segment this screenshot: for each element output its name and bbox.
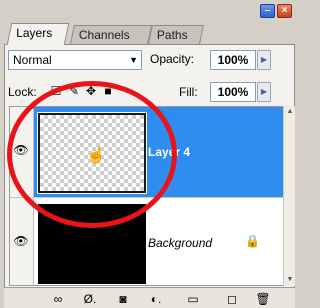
eye-icon[interactable]: 👁 <box>12 141 30 159</box>
lock-transparency-icon[interactable]: ☐ <box>49 84 63 98</box>
lock-label: Lock: <box>8 85 37 99</box>
visibility-cell[interactable]: 👁 <box>10 107 34 197</box>
layers-scrollbar[interactable]: ▲ ▼ <box>283 106 295 286</box>
opacity-slider-button[interactable]: ▶ <box>257 50 271 70</box>
tab-layers-label: Layers <box>16 26 53 40</box>
lock-icon: 🔒 <box>245 234 260 248</box>
blend-mode-select[interactable]: Normal ▼ <box>8 50 142 70</box>
layer-thumbnail[interactable] <box>37 203 147 285</box>
tab-row: Paths Channels Layers ▶ <box>0 22 299 64</box>
tab-paths[interactable]: Paths <box>147 25 205 44</box>
adjustment-layer-icon[interactable]: ◐. <box>147 291 165 307</box>
hand-cursor-icon: ☝ <box>86 147 106 164</box>
scroll-down-icon[interactable]: ▼ <box>284 274 296 286</box>
new-group-icon[interactable]: ▭ <box>184 291 202 307</box>
tab-channels-label: Channels <box>78 28 130 42</box>
tab-layers[interactable]: Layers <box>6 23 70 45</box>
new-layer-icon[interactable]: ◻ <box>223 291 241 307</box>
tab-channels[interactable]: Channels <box>69 25 153 44</box>
minimize-button[interactable]: – <box>260 4 275 18</box>
lock-all-icon[interactable]: ■ <box>101 84 115 98</box>
lock-pixels-icon[interactable]: ✎ <box>67 84 81 98</box>
layer-style-icon[interactable]: Ø. <box>81 291 99 307</box>
scroll-up-icon[interactable]: ▲ <box>284 106 296 118</box>
layer-name[interactable]: Layer 4 <box>148 145 190 159</box>
visibility-cell[interactable]: 👁 <box>10 198 34 285</box>
link-layers-icon[interactable]: ∞ <box>49 291 67 307</box>
eye-icon[interactable]: 👁 <box>12 232 30 250</box>
fill-slider-button[interactable]: ▶ <box>257 82 271 102</box>
fill-field[interactable]: 100% <box>210 82 256 102</box>
layers-panel: – × Paths Channels Layers ▶ Normal ▼ Opa… <box>0 0 299 308</box>
lock-position-icon[interactable]: ✥ <box>84 84 98 98</box>
layers-list: 👁 ☝ Layer 4 👁 Background 🔒 <box>9 106 284 286</box>
tab-paths-label: Paths <box>156 28 188 42</box>
opacity-field[interactable]: 100% <box>210 50 256 70</box>
layer-name[interactable]: Background <box>148 236 212 250</box>
close-button[interactable]: × <box>277 4 292 18</box>
chevron-down-icon: ▼ <box>129 55 138 65</box>
opacity-label: Opacity: <box>150 52 195 66</box>
blend-mode-value: Normal <box>13 53 52 67</box>
layer-row-background[interactable]: 👁 Background 🔒 <box>10 197 283 285</box>
delete-layer-icon[interactable]: 🗑 <box>254 291 272 307</box>
fill-label: Fill: <box>179 85 198 99</box>
layers-toolbar: ∞ Ø. ◙ ◐. ▭ ◻ 🗑 <box>4 287 295 308</box>
layer-row-layer-4[interactable]: 👁 ☝ Layer 4 <box>10 107 283 197</box>
add-mask-icon[interactable]: ◙ <box>114 291 132 307</box>
